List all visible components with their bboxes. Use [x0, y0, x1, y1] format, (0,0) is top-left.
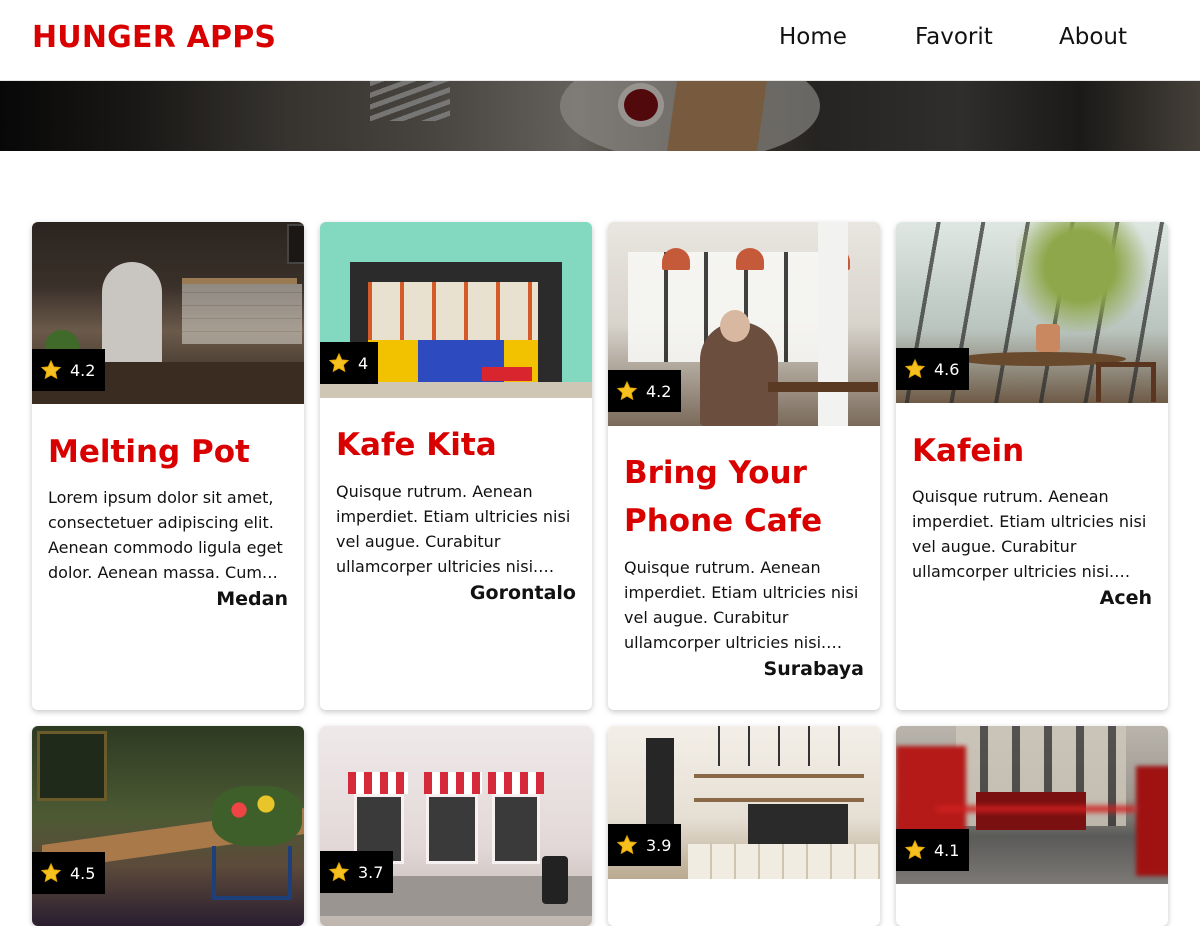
restaurant-name[interactable]: Melting Pot: [48, 428, 288, 476]
rating-badge: 4.2: [608, 370, 682, 412]
restaurant-city: Aceh: [1099, 587, 1152, 609]
restaurant-card[interactable]: 3.7: [320, 726, 592, 926]
nav-home-link[interactable]: Home: [779, 24, 847, 50]
rating-badge: 3.9: [608, 824, 682, 866]
rating-badge: 3.7: [320, 851, 394, 893]
restaurant-name[interactable]: Kafein: [912, 427, 1152, 475]
app-logo[interactable]: HUNGER APPS: [32, 20, 276, 55]
star-icon: [328, 352, 350, 373]
rating-value: 3.9: [646, 835, 672, 855]
rating-value: 4.1: [934, 840, 960, 860]
rating-badge: 4: [320, 342, 379, 384]
restaurant-card[interactable]: 4.1: [896, 726, 1168, 926]
star-icon: [40, 862, 62, 883]
rating-value: 4.5: [70, 863, 96, 883]
restaurant-thumbnail[interactable]: [320, 726, 592, 926]
restaurant-city: Medan: [216, 588, 288, 610]
restaurant-card[interactable]: 4.2 Bring Your Phone Cafe Quisque rutrum…: [608, 222, 880, 710]
restaurant-description: Quisque rutrum. Aenean imperdiet. Etiam …: [912, 487, 1147, 581]
restaurant-description: Quisque rutrum. Aenean imperdiet. Etiam …: [336, 482, 571, 576]
star-icon: [904, 839, 926, 860]
rating-value: 4: [358, 353, 369, 373]
nav-favorit-link[interactable]: Favorit: [915, 24, 993, 50]
rating-badge: 4.6: [896, 348, 970, 390]
restaurant-card[interactable]: 4.2 Melting Pot Lorem ipsum dolor sit am…: [32, 222, 304, 710]
rating-badge: 4.1: [896, 829, 970, 871]
restaurant-card[interactable]: 3.9: [608, 726, 880, 926]
star-icon: [616, 380, 638, 401]
restaurant-card[interactable]: 4.6 Kafein Quisque rutrum. Aenean imperd…: [896, 222, 1168, 710]
rating-badge: 4.2: [32, 349, 106, 391]
restaurant-name[interactable]: Bring Your Phone Cafe: [624, 449, 864, 545]
star-icon: [40, 359, 62, 380]
app-header: HUNGER APPS Home Favorit About: [0, 0, 1200, 81]
restaurant-name[interactable]: Kafe Kita: [336, 421, 576, 469]
restaurant-card[interactable]: 4 Kafe Kita Quisque rutrum. Aenean imper…: [320, 222, 592, 710]
restaurant-city: Gorontalo: [469, 582, 576, 604]
restaurant-city: Surabaya: [763, 658, 864, 680]
rating-value: 4.2: [70, 360, 96, 380]
restaurant-description: Quisque rutrum. Aenean imperdiet. Etiam …: [624, 558, 859, 652]
rating-value: 3.7: [358, 862, 384, 882]
star-icon: [904, 358, 926, 379]
star-icon: [328, 861, 350, 882]
hero-banner-image: [0, 81, 1200, 151]
restaurant-thumbnail[interactable]: [32, 726, 304, 926]
rating-value: 4.2: [646, 381, 672, 401]
nav-about-link[interactable]: About: [1059, 24, 1127, 50]
rating-value: 4.6: [934, 359, 960, 379]
star-icon: [616, 834, 638, 855]
restaurant-card[interactable]: 4.5: [32, 726, 304, 926]
rating-badge: 4.5: [32, 852, 106, 894]
restaurant-description: Lorem ipsum dolor sit amet, consectetuer…: [48, 488, 283, 582]
